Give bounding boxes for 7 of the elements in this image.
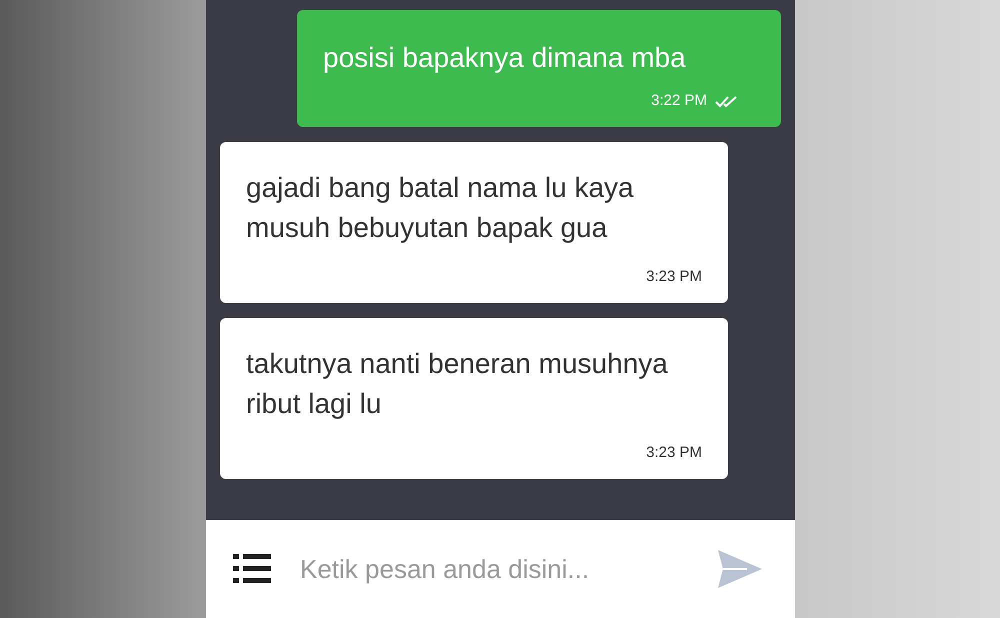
message-text: takutnya nanti beneran musuhnya ribut lagi lu (246, 347, 669, 421)
list-icon[interactable] (233, 552, 271, 586)
message-time: 3:22 PM (651, 92, 707, 109)
message-text: posisi bapaknya dimana mba (323, 41, 687, 75)
message-time: 3:23 PM (646, 268, 702, 285)
message-time: 3:23 PM (646, 444, 702, 461)
message-text: gajadi bang batal nama lu kaya musuh bebuyutan bapak gua (246, 171, 635, 245)
